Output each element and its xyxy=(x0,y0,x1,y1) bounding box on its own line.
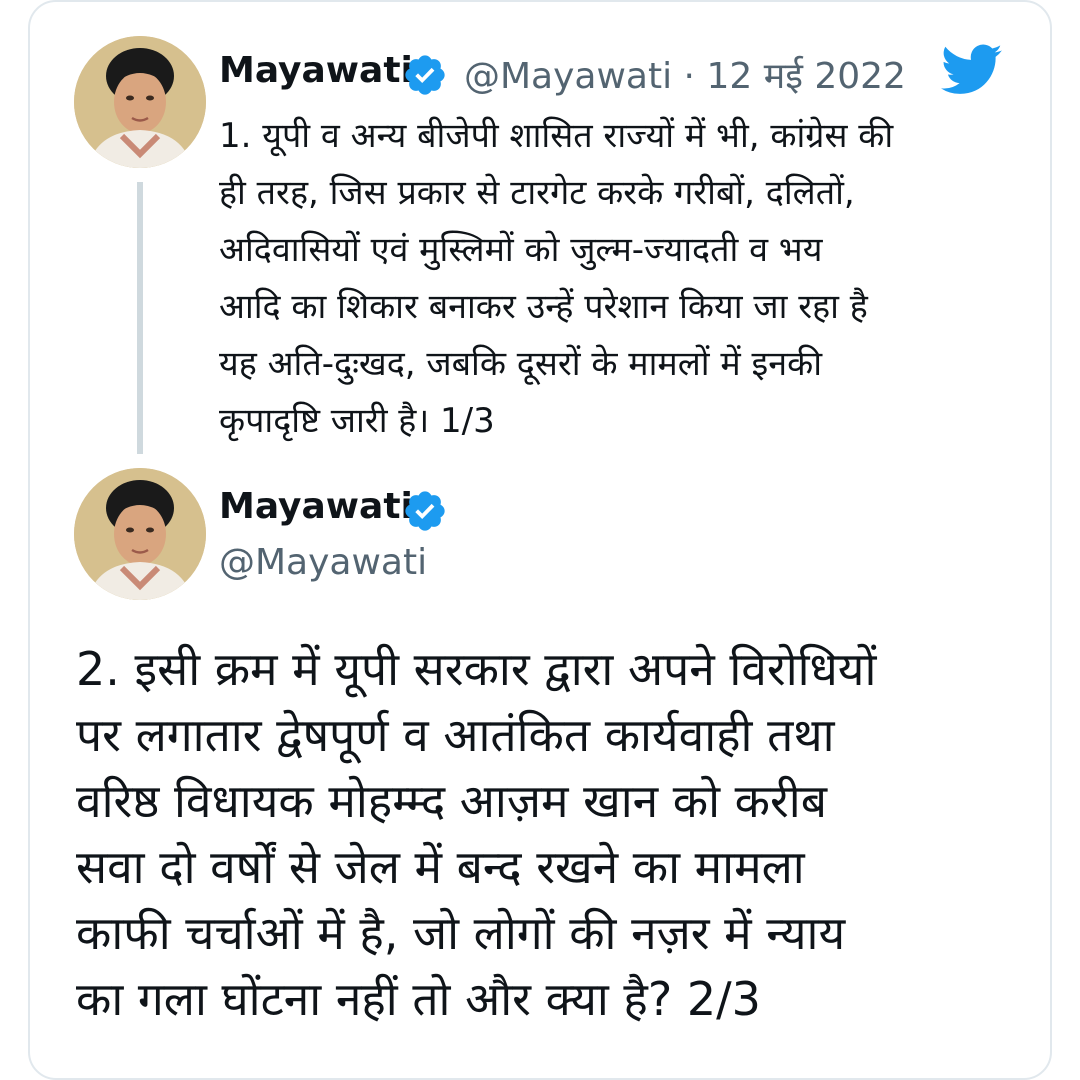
verified-badge-icon xyxy=(405,491,445,531)
twitter-bird-icon[interactable] xyxy=(941,44,1003,96)
tweet2-body-text: 2. इसी क्रम में यूपी सरकार द्वारा अपने व… xyxy=(76,642,877,1026)
tweet2-handle[interactable]: @Mayawati xyxy=(219,542,427,583)
tweet1-handle-and-date[interactable]: @Mayawati · 12 मई 2022 xyxy=(464,50,906,99)
thread-connector-line xyxy=(137,182,143,454)
tweet1-avatar[interactable] xyxy=(74,36,206,168)
tweet2-avatar[interactable] xyxy=(74,468,206,600)
tweet1-author-name[interactable]: Mayawati xyxy=(219,50,413,91)
tweet2-author-name[interactable]: Mayawati xyxy=(219,486,413,527)
verified-badge-icon xyxy=(405,55,445,95)
tweet1-body-text: 1. यूपी व अन्य बीजेपी शासित राज्यों में … xyxy=(219,116,894,441)
